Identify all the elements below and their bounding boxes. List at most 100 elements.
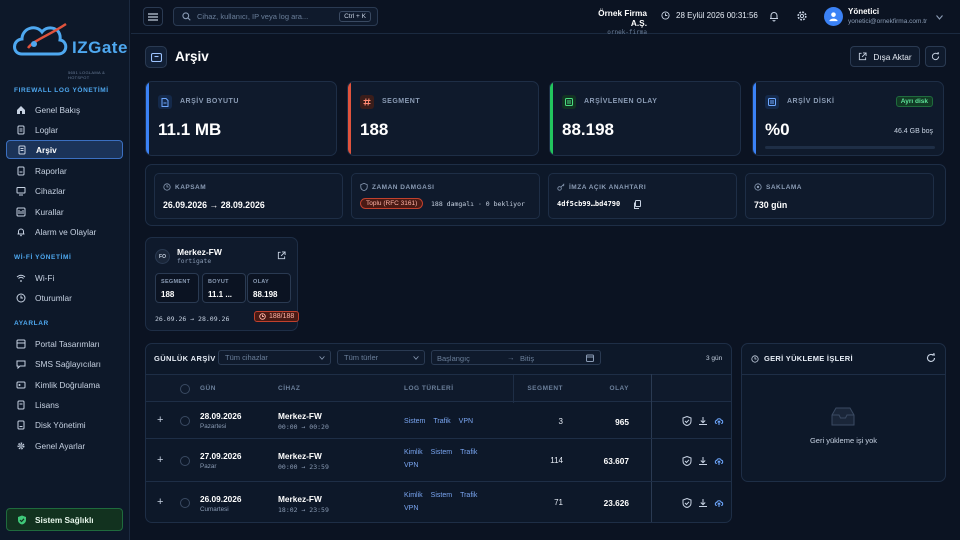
chevron-down-icon[interactable] xyxy=(936,15,943,20)
column-header-day[interactable]: GÜN xyxy=(200,385,216,392)
calendar-icon[interactable] xyxy=(586,354,594,362)
sidebar-item-overview[interactable]: Genel Bakış xyxy=(6,100,123,119)
verify-shield-icon[interactable] xyxy=(682,498,692,508)
document-icon xyxy=(16,125,26,135)
brand-logo[interactable]: IZGate 5651 LOGLAMA & HOTSPOT xyxy=(10,8,127,80)
date-range-picker[interactable]: Başlangıç → Bitiş xyxy=(431,350,601,365)
table-header: GÜN CİHAZ LOG TÜRLERİ SEGMENT OLAY xyxy=(146,374,731,403)
column-header-segment[interactable]: SEGMENT xyxy=(527,385,563,392)
sidebar-item-sessions[interactable]: Oturumlar xyxy=(6,288,123,307)
select-all-checkbox[interactable] xyxy=(180,384,190,394)
company-info[interactable]: Örnek Firma A.Ş. ornek-firma xyxy=(585,8,647,36)
user-avatar[interactable] xyxy=(824,7,843,26)
sidebar-item-label: Genel Bakış xyxy=(35,104,81,115)
device-type: fortigate xyxy=(177,258,212,265)
stat-card-segment: SEGMENT 188 xyxy=(347,81,539,156)
section-title-settings: AYARLAR xyxy=(14,320,49,327)
layout-icon xyxy=(16,339,26,349)
settings-gear-icon[interactable] xyxy=(796,10,808,22)
restore-jobs-title: GERİ YÜKLEME İŞLERİ xyxy=(751,354,853,363)
info-label-text: KAPSAM xyxy=(175,183,207,191)
stat-label: SEGMENT xyxy=(382,98,421,105)
stat-label: ARŞİV DİSKİ xyxy=(787,98,835,105)
log-type-tag: Sistem xyxy=(404,418,426,425)
sidebar-item-general-settings[interactable]: Genel Ayarlar xyxy=(6,436,123,455)
sidebar-item-label: Disk Yönetimi xyxy=(35,419,86,430)
cloud-logo-icon xyxy=(13,22,68,56)
copy-icon[interactable] xyxy=(633,200,641,209)
row-segment: 114 xyxy=(550,456,563,465)
user-info[interactable]: Yönetici yonetici@ornekfirma.com.tr xyxy=(848,7,927,25)
row-checkbox[interactable] xyxy=(180,416,190,426)
column-header-log-types[interactable]: LOG TÜRLERİ xyxy=(404,385,454,392)
sidebar-item-reports[interactable]: Raporlar xyxy=(6,161,123,180)
sidebar-item-alarms[interactable]: Alarm ve Olaylar xyxy=(6,222,123,241)
external-link-icon[interactable] xyxy=(277,251,286,260)
download-icon[interactable] xyxy=(698,498,708,508)
table-row[interactable]: + 26.09.2026 Cumartesi Merkez-FW 18:02 →… xyxy=(146,482,731,522)
verify-shield-icon[interactable] xyxy=(682,416,692,426)
archive-info-strip: KAPSAM 26.09.2026 → 28.09.2026 ZAMAN DAM… xyxy=(145,164,946,226)
expand-row-icon[interactable]: + xyxy=(157,414,163,426)
stat-label: ARŞİVLENEN OLAY xyxy=(584,98,658,105)
info-label: SAKLAMA xyxy=(754,183,802,191)
table-row[interactable]: + 27.09.2026 Pazar Merkez-FW 00:00 → 23:… xyxy=(146,439,731,482)
row-checkbox[interactable] xyxy=(180,456,190,466)
table-row[interactable]: + 28.09.2026 Pazartesi Merkez-FW 00:00 →… xyxy=(146,402,731,439)
download-icon[interactable] xyxy=(698,416,708,426)
menu-toggle-button[interactable] xyxy=(143,7,163,26)
sidebar-item-devices[interactable]: Cihazlar xyxy=(6,181,123,200)
column-header-device[interactable]: CİHAZ xyxy=(278,385,300,392)
column-header-events[interactable]: OLAY xyxy=(610,385,629,392)
sidebar-item-logs[interactable]: Loglar xyxy=(6,120,123,139)
device-filter-select[interactable]: Tüm cihazlar xyxy=(218,350,331,365)
info-timestamp: ZAMAN DAMGASI Toplu (RFC 3161) 188 damga… xyxy=(351,173,540,219)
sidebar-item-archive[interactable]: Arşiv xyxy=(6,140,123,159)
sidebar-item-label: Loglar xyxy=(35,124,59,135)
search-input[interactable] xyxy=(197,12,347,21)
sidebar-item-portal-designs[interactable]: Portal Tasarımları xyxy=(6,334,123,353)
row-log-types: Sistem Trafik VPN xyxy=(404,417,504,426)
system-health-status[interactable]: Sistem Sağlıklı xyxy=(6,508,123,531)
sidebar-item-license[interactable]: Lisans xyxy=(6,395,123,414)
sidebar-item-label: Arşiv xyxy=(36,144,57,155)
row-checkbox[interactable] xyxy=(180,498,190,508)
log-type-tag: Trafik xyxy=(433,418,451,425)
sidebar-item-disk-management[interactable]: Disk Yönetimi xyxy=(6,415,123,434)
sidebar-item-label: Portal Tasarımları xyxy=(35,338,100,349)
expand-row-icon[interactable]: + xyxy=(157,496,163,508)
export-button[interactable]: Dışa Aktar xyxy=(850,46,920,67)
sidebar-item-authentication[interactable]: Kimlik Doğrulama xyxy=(6,375,123,394)
list-icon xyxy=(562,95,576,109)
refresh-button[interactable] xyxy=(925,46,946,67)
cloud-upload-icon[interactable] xyxy=(714,456,724,466)
company-slug: ornek-firma xyxy=(607,29,647,36)
verify-shield-icon[interactable] xyxy=(682,456,692,466)
stat-value: 188 xyxy=(360,120,389,139)
download-icon[interactable] xyxy=(698,456,708,466)
expand-row-icon[interactable]: + xyxy=(157,454,163,466)
history-icon xyxy=(751,354,759,363)
log-type-tag: VPN xyxy=(404,462,419,469)
stat-label: ARŞİV BOYUTU xyxy=(180,98,239,105)
sidebar-item-wifi[interactable]: Wi-Fi xyxy=(6,268,123,287)
refresh-icon[interactable] xyxy=(926,353,936,363)
system-health-label: Sistem Sağlıklı xyxy=(35,514,94,525)
row-day: 28.09.2026 xyxy=(200,411,242,421)
section-title-firewall: FIREWALL LOG YÖNETİMİ xyxy=(14,87,109,94)
sidebar-item-label: Cihazlar xyxy=(35,185,66,196)
notifications-bell-icon[interactable] xyxy=(768,10,780,22)
sidebar-item-sms-providers[interactable]: SMS Sağlayıcıları xyxy=(6,354,123,373)
cloud-upload-icon[interactable] xyxy=(714,416,724,426)
row-log-types: Kimlik Sistem Trafik VPN xyxy=(404,448,504,470)
start-date-input[interactable]: Başlangıç xyxy=(437,354,470,363)
row-weekday: Cumartesi xyxy=(200,506,229,513)
sidebar-item-rules[interactable]: Kurallar xyxy=(6,202,123,221)
cloud-upload-icon[interactable] xyxy=(714,498,724,508)
device-card[interactable]: FO Merkez-FW fortigate SEGMENT 188 BOYUT… xyxy=(145,237,300,331)
datetime-text: 28 Eylül 2026 00:31:56 xyxy=(676,11,758,20)
shield-icon xyxy=(360,183,368,191)
sidebar-item-label: Alarm ve Olaylar xyxy=(35,226,97,237)
end-date-input[interactable]: Bitiş xyxy=(520,354,534,363)
type-filter-select[interactable]: Tüm türler xyxy=(337,350,425,365)
